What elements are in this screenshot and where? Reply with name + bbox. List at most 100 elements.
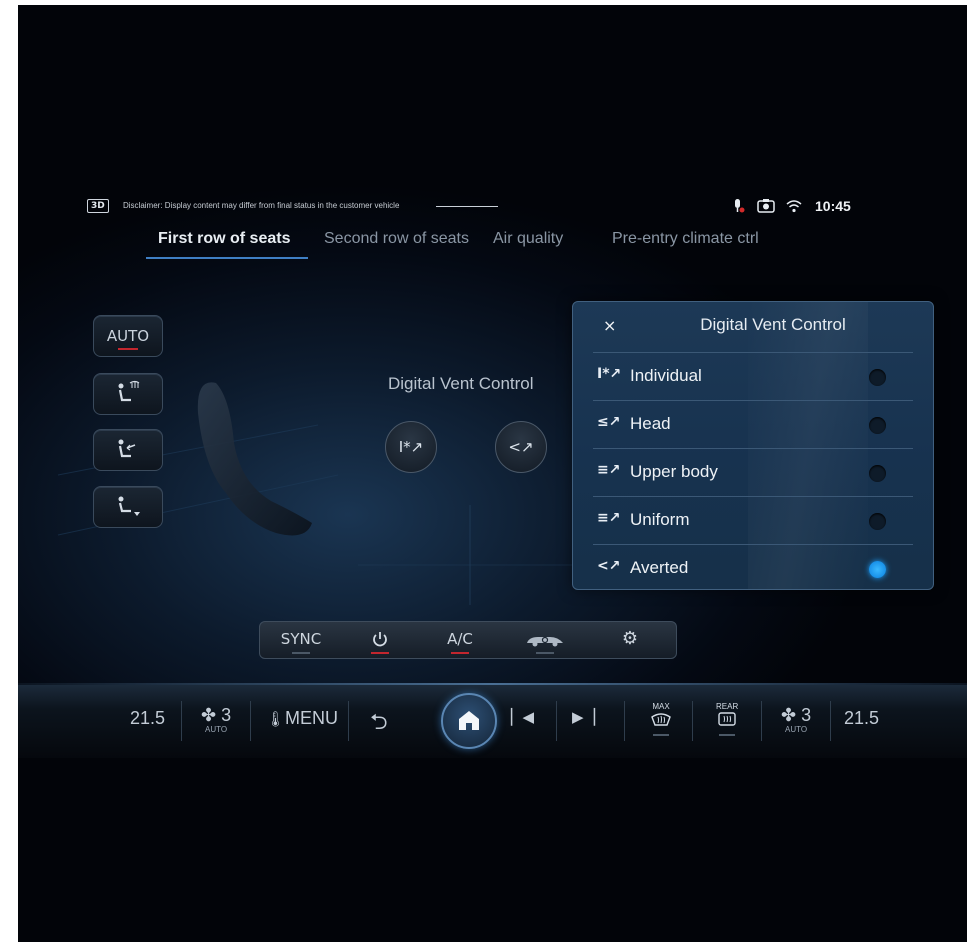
3d-badge: 3D [87, 199, 109, 213]
climate-power-button[interactable] [350, 622, 410, 658]
individual-vent-icon: I*↗ [597, 366, 622, 382]
fan-right-level: 3 [801, 705, 812, 725]
home-button[interactable] [441, 693, 497, 749]
temp-left[interactable]: 21.5 [130, 708, 165, 729]
fan-left-button[interactable]: ✤ 3 AUTO [201, 705, 231, 734]
disclaimer-divider [436, 206, 498, 207]
tab-pre-entry-climate[interactable]: Pre-entry climate ctrl [612, 230, 759, 248]
divider [761, 701, 762, 741]
radio-button[interactable] [869, 417, 886, 434]
max-defrost-button[interactable]: MAX [650, 703, 672, 736]
car-recirculation-icon [527, 636, 563, 646]
seat-footwell-icon [118, 496, 140, 516]
active-indicator [118, 348, 138, 350]
climate-control-bar: SYNC A/C ⚙ [259, 621, 677, 659]
previous-track-button[interactable]: ▏◀ [511, 708, 534, 726]
center-title: Digital Vent Control [388, 374, 534, 393]
air-recirculation-button[interactable] [510, 622, 580, 658]
active-tab-indicator [146, 257, 308, 259]
seat-vent-icon [118, 439, 136, 458]
divider [830, 701, 831, 741]
climate-settings-button[interactable]: ⚙ [600, 622, 660, 658]
digital-vent-control-panel: × Digital Vent Control I*↗ Individual ≤↗… [572, 301, 934, 590]
individual-vent-button[interactable]: I*↗ [385, 421, 437, 473]
back-arrow-icon: ⮌ [370, 709, 388, 734]
bottom-bar-highlight [18, 683, 967, 685]
tab-second-row[interactable]: Second row of seats [324, 230, 469, 248]
tab-air-quality[interactable]: Air quality [493, 230, 563, 248]
divider [181, 701, 182, 741]
fan-icon: ✤ [201, 705, 217, 725]
radio-button[interactable] [869, 465, 886, 482]
individual-vent-icon: I*↗ [398, 438, 424, 456]
next-track-button[interactable]: ▶▕ [572, 708, 595, 726]
indicator [719, 734, 736, 736]
rear-defrost-button[interactable]: REAR [716, 703, 738, 736]
fan-left-level: 3 [221, 705, 232, 725]
clock: 10:45 [815, 198, 851, 214]
mic-muted-icon [731, 198, 745, 218]
option-uniform[interactable]: ≡↗ Uniform [593, 496, 913, 544]
option-label: Averted [630, 558, 689, 577]
skip-previous-icon: ▏◀ [511, 709, 535, 726]
option-upper-body[interactable]: ≡↗ Upper body [593, 448, 913, 496]
temp-right[interactable]: 21.5 [844, 708, 879, 729]
radio-button-selected[interactable] [869, 561, 886, 578]
active-indicator [371, 652, 389, 654]
sync-button[interactable]: SYNC [266, 622, 336, 658]
climate-menu-button[interactable]: 🌡MENU [266, 708, 338, 729]
home-icon [459, 711, 479, 730]
airflow-windshield-button[interactable] [93, 373, 163, 415]
airflow-footwell-button[interactable] [93, 486, 163, 528]
indicator [536, 652, 554, 654]
tab-first-row[interactable]: First row of seats [158, 230, 290, 248]
upper-body-vent-icon: ≡↗ [597, 462, 621, 478]
ac-button[interactable]: A/C [430, 622, 490, 658]
option-label: Individual [630, 366, 702, 385]
seat-windshield-icon [118, 380, 140, 402]
sync-label: SYNC [280, 630, 322, 648]
power-icon [373, 631, 387, 646]
radio-button[interactable] [869, 369, 886, 386]
skip-next-icon: ▶▕ [572, 709, 596, 726]
tab-bar: First row of seats Second row of seats A… [18, 230, 967, 260]
divider [250, 701, 251, 741]
option-label: Head [630, 414, 671, 433]
wifi-icon [785, 198, 803, 218]
indicator [653, 734, 669, 736]
head-vent-icon: ≤↗ [597, 414, 621, 430]
fan-icon: ✤ [781, 705, 797, 725]
auto-label: AUTO [106, 327, 150, 345]
rear-label: REAR [716, 702, 739, 711]
option-label: Upper body [630, 462, 718, 481]
option-individual[interactable]: I*↗ Individual [593, 352, 913, 400]
gear-icon: ⚙ [621, 628, 639, 649]
divider [348, 701, 349, 741]
back-button[interactable]: ⮌ [370, 705, 388, 743]
fan-right-button[interactable]: ✤ 3 AUTO [781, 705, 811, 734]
option-head[interactable]: ≤↗ Head [593, 400, 913, 448]
auto-button[interactable]: AUTO [93, 315, 163, 357]
divider [624, 701, 625, 741]
airflow-center-button[interactable] [93, 429, 163, 471]
fan-right-mode: AUTO [785, 725, 808, 734]
max-label: MAX [652, 702, 670, 711]
windshield-defrost-icon [651, 713, 671, 726]
ac-label: A/C [447, 630, 473, 648]
option-averted[interactable]: <↗ Averted [593, 544, 913, 589]
thermometer-icon: 🌡 [266, 711, 286, 728]
radio-button[interactable] [869, 513, 886, 530]
divider [556, 701, 557, 741]
menu-label: MENU [285, 708, 339, 728]
averted-vent-icon: <↗ [597, 558, 621, 574]
averted-vent-icon: <↗ [508, 438, 534, 456]
active-indicator [451, 652, 469, 654]
option-label: Uniform [630, 510, 690, 529]
status-bar: 3D Disclaimer: Display content may diffe… [18, 198, 967, 218]
indicator [292, 652, 310, 654]
panel-title: Digital Vent Control [700, 315, 846, 334]
divider [692, 701, 693, 741]
seat-illustration [197, 382, 312, 536]
fan-left-mode: AUTO [205, 725, 228, 734]
averted-vent-button[interactable]: <↗ [495, 421, 547, 473]
